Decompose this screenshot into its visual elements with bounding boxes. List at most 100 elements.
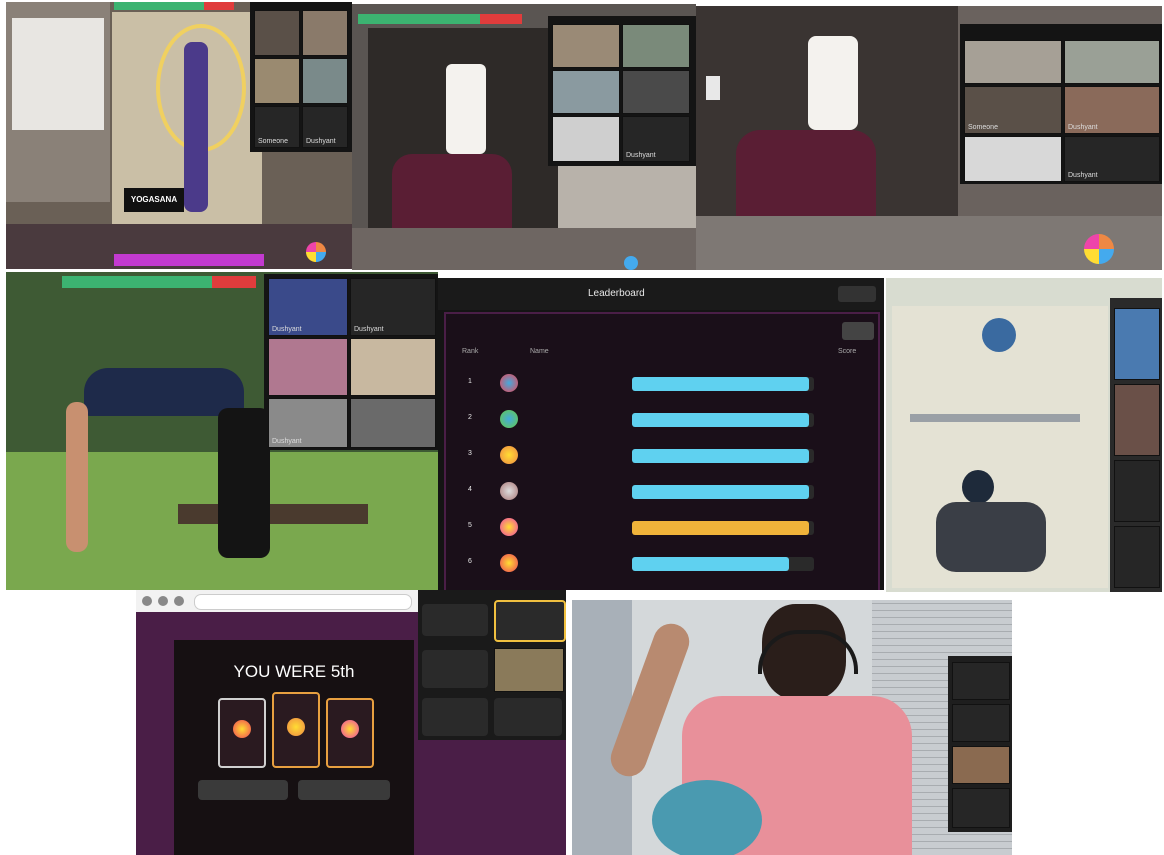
panel-leaderboard: Leaderboard Rank Name Score 1 2 3 4 5 6 — [438, 278, 884, 590]
side-button[interactable] — [422, 650, 488, 688]
participant-name: Dushyant — [354, 326, 384, 333]
status-bar-green — [114, 2, 204, 10]
player-avatar-icon — [287, 718, 305, 736]
participant-tile[interactable] — [952, 662, 1010, 700]
participant-name: Someone — [968, 124, 998, 131]
participant-tile[interactable] — [350, 338, 436, 396]
participant-tile[interactable] — [1064, 40, 1160, 84]
panel-top-2: Dushyant — [352, 4, 696, 270]
side-panel — [418, 590, 566, 740]
participant-tile[interactable]: Someone — [964, 86, 1062, 134]
participant-tile[interactable] — [1114, 526, 1160, 588]
participant-grid: Someone Dushyant — [250, 2, 352, 152]
participant-tile[interactable]: Dushyant — [302, 106, 348, 148]
side-button[interactable] — [494, 698, 562, 736]
participant-tile[interactable] — [302, 10, 348, 56]
participant-tile[interactable] — [552, 116, 620, 162]
curtain-rod — [910, 414, 1080, 422]
score-bar-fill — [632, 413, 809, 427]
row-rank: 4 — [468, 486, 472, 493]
row-rank: 6 — [468, 558, 472, 565]
panel-bottom-2 — [572, 600, 1012, 855]
participant-name: Dushyant — [272, 326, 302, 333]
side-button[interactable] — [422, 698, 488, 736]
participant-tile[interactable] — [552, 70, 620, 114]
row-rank: 5 — [468, 522, 472, 529]
participant-tile[interactable] — [494, 648, 564, 692]
participant-tile[interactable]: Dushyant — [350, 278, 436, 336]
participant-tile[interactable] — [964, 136, 1062, 182]
participant-tile[interactable] — [552, 24, 620, 68]
app-logo-icon — [1084, 234, 1114, 264]
play-again-button[interactable] — [198, 780, 288, 800]
leaderboard-button[interactable] — [298, 780, 390, 800]
participant-tile[interactable] — [302, 58, 348, 104]
close-button[interactable] — [838, 286, 876, 302]
participant-tile[interactable] — [964, 40, 1062, 84]
participant-tile[interactable] — [1114, 460, 1160, 522]
participant-tile[interactable] — [952, 788, 1010, 828]
result-headline: YOU WERE 5th — [233, 662, 355, 681]
side-button[interactable] — [494, 600, 566, 642]
column-header-rank: Rank — [462, 348, 479, 355]
player-avatar-icon — [233, 720, 251, 738]
score-bar-fill — [632, 485, 809, 499]
participant-tile[interactable] — [622, 24, 690, 68]
participant-name: Dushyant — [1068, 172, 1098, 179]
score-bar — [632, 449, 814, 463]
participant-tile[interactable]: Someone — [254, 106, 300, 148]
participant-tile[interactable] — [268, 338, 348, 396]
panel-bottom-1: YOU WERE 5th — [136, 590, 566, 855]
side-panel — [948, 656, 1012, 832]
participant-tile[interactable]: Dushyant — [268, 278, 348, 336]
score-bar — [632, 521, 814, 535]
back-icon[interactable] — [142, 596, 152, 606]
score-bar-fill — [632, 449, 809, 463]
forward-icon[interactable] — [158, 596, 168, 606]
person-body — [936, 502, 1046, 572]
leaderboard-row: 2 — [446, 404, 874, 436]
participant-tile[interactable] — [350, 398, 436, 448]
participant-tile[interactable]: Dushyant — [622, 116, 690, 162]
participant-tile[interactable] — [254, 10, 300, 56]
score-bar — [632, 557, 814, 571]
side-panel — [1110, 298, 1162, 592]
exercise-ball — [652, 780, 762, 855]
participant-tile[interactable] — [254, 58, 300, 104]
participant-tile[interactable] — [622, 70, 690, 114]
filter-button[interactable] — [842, 322, 874, 340]
leaderboard-row: 4 — [446, 476, 874, 508]
whiteboard — [12, 18, 104, 130]
player-card[interactable] — [272, 692, 320, 768]
participant-tile[interactable] — [1114, 384, 1160, 456]
participant-tile[interactable]: Dushyant — [268, 398, 348, 448]
participant-name: Someone — [258, 138, 288, 145]
instructor-legs — [218, 408, 270, 558]
app-logo-icon — [306, 242, 326, 262]
leaderboard-row: 1 — [446, 368, 874, 400]
status-bar-red — [204, 2, 234, 10]
score-bar-fill — [632, 377, 809, 391]
light-switch — [706, 76, 720, 100]
row-rank: 1 — [468, 378, 472, 385]
row-rank: 3 — [468, 450, 472, 457]
panel-mid-3 — [886, 278, 1162, 592]
participant-tile[interactable] — [952, 704, 1010, 742]
side-button[interactable] — [422, 604, 488, 636]
panel-top-3: Someone Dushyant Dushyant — [696, 6, 1162, 270]
studio-sign-text: YOGASANA — [130, 195, 178, 204]
panel-mid-1: Dushyant Dushyant Dushyant — [6, 272, 438, 590]
score-bar — [632, 413, 814, 427]
instructor-arm — [66, 402, 88, 552]
participant-name: Dushyant — [272, 438, 302, 445]
participant-tile[interactable] — [1114, 308, 1160, 380]
player-card[interactable] — [218, 698, 266, 768]
participant-tile[interactable] — [952, 746, 1010, 784]
player-card[interactable] — [326, 698, 374, 768]
player-avatar-icon — [341, 720, 359, 738]
participant-tile[interactable]: Dushyant — [1064, 86, 1160, 134]
address-bar[interactable] — [194, 594, 412, 610]
instructor-torso — [808, 36, 858, 130]
reload-icon[interactable] — [174, 596, 184, 606]
participant-tile[interactable]: Dushyant — [1064, 136, 1160, 182]
